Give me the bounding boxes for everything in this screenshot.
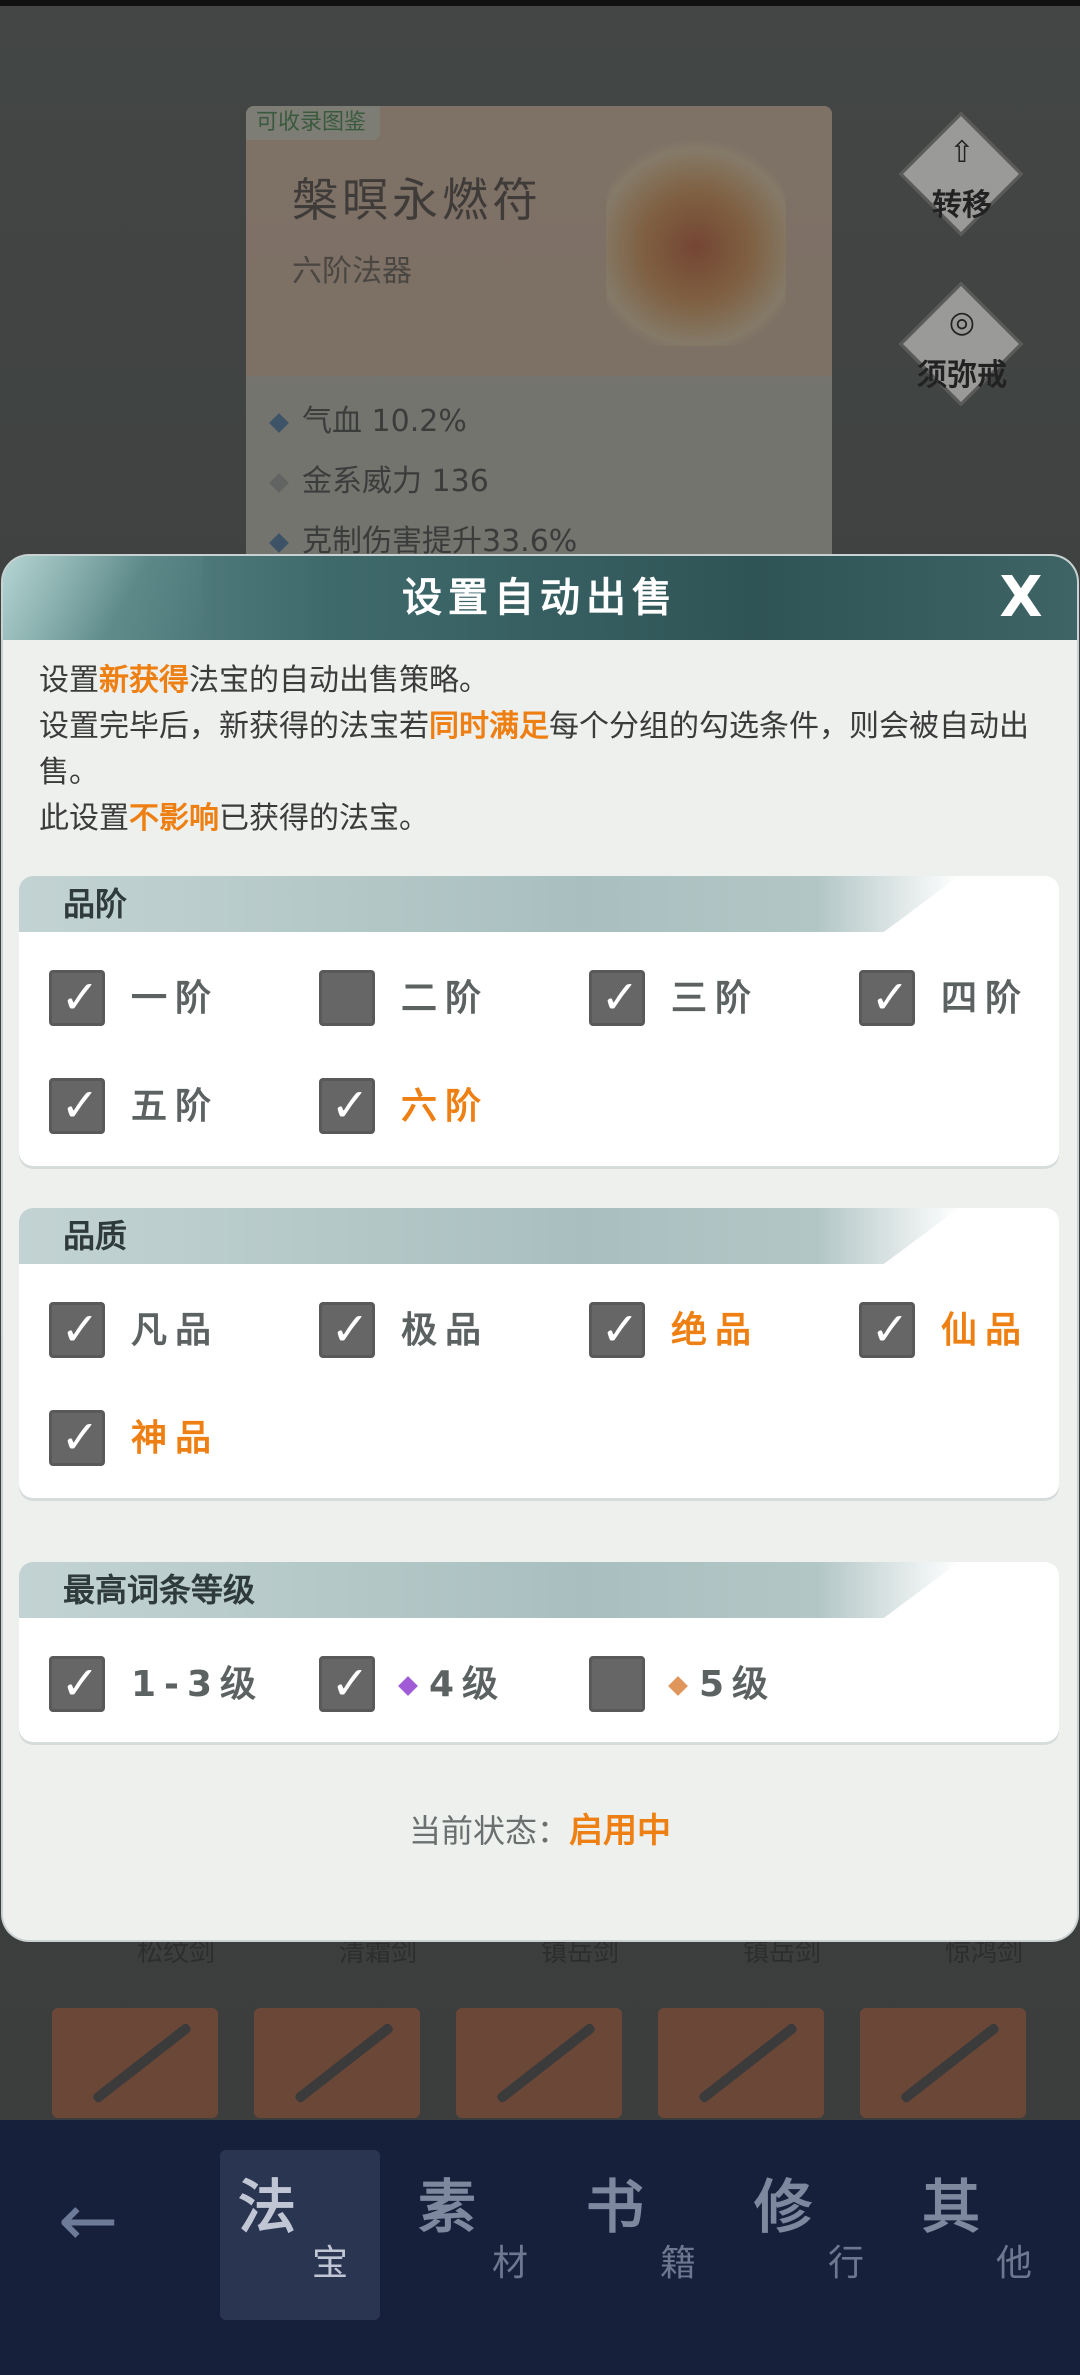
checkmark-icon: ✓ xyxy=(330,1078,370,1132)
affix-level-group: 最高词条等级 ✓ 1-3级 ✓ 4级 ✓ 5级 xyxy=(19,1562,1059,1742)
dialog-title: 设置自动出售 xyxy=(402,575,678,621)
checkmark-icon: ✓ xyxy=(60,1410,100,1464)
tier-group: 品阶 ✓ 一阶 ✓ 二阶 ✓ 三阶 ✓ 四阶 ✓ 五阶 ✓ 六阶 xyxy=(19,876,1059,1166)
weapon-thumbnail[interactable] xyxy=(52,2008,218,2118)
close-icon[interactable]: X xyxy=(993,570,1049,626)
desc-line: 此设置不影响已获得的法宝。 xyxy=(39,801,429,836)
group-header xyxy=(19,876,959,932)
item-stat: 气血 10.2% xyxy=(269,396,467,440)
checkmark-icon: ✓ xyxy=(330,1656,370,1710)
transfer-button[interactable]: ⇧ 转移 xyxy=(898,111,1024,237)
desc-line: 设置完毕后，新获得的法宝若同时满足每个分组的勾选条件，则会被自动出售。 xyxy=(39,709,1029,790)
item-tier: 六阶法器 xyxy=(292,254,412,289)
option-label: 六阶 xyxy=(401,1086,490,1127)
checkbox[interactable]: ✓ xyxy=(319,1078,375,1134)
option-label: 神品 xyxy=(131,1418,220,1459)
talisman-art-icon xyxy=(606,126,786,346)
desc-line: 设置新获得法宝的自动出售策略。 xyxy=(39,663,489,698)
checkbox[interactable]: ✓ xyxy=(859,1302,915,1358)
item-stat: 金系威力 136 xyxy=(269,456,489,500)
option-label: 仙品 xyxy=(941,1310,1030,1351)
checkmark-icon: ✓ xyxy=(870,970,910,1024)
upload-icon: ⇧ xyxy=(949,135,975,170)
collectible-tag: 可收录图鉴 xyxy=(246,106,381,140)
group-title: 品质 xyxy=(63,1217,128,1255)
checkbox[interactable]: ✓ xyxy=(319,1302,375,1358)
checkmark-icon: ✓ xyxy=(60,1078,100,1132)
checkbox[interactable]: ✓ xyxy=(589,1302,645,1358)
status-label: 当前状态： xyxy=(408,1812,569,1850)
status-value[interactable]: 启用中 xyxy=(569,1811,671,1851)
status-bar-top xyxy=(0,0,1080,6)
checkmark-icon: ✓ xyxy=(870,1302,910,1356)
tab-other[interactable]: 其 他 xyxy=(904,2150,1064,2320)
checkmark-icon: ✓ xyxy=(60,1302,100,1356)
ring-icon: ◎ xyxy=(948,305,976,340)
diamond-icon xyxy=(269,412,289,433)
bottom-nav: ← 法 宝 素 材 书 籍 修 行 其 他 xyxy=(0,2120,1080,2375)
weapon-thumbnail[interactable] xyxy=(658,2008,824,2118)
storage-ring-button[interactable]: ◎ 须弥戒 xyxy=(898,281,1024,407)
checkbox[interactable]: ✓ xyxy=(49,970,105,1026)
option-label: 凡品 xyxy=(131,1310,220,1351)
checkmark-icon: ✓ xyxy=(330,1302,370,1356)
checkmark-icon: ✓ xyxy=(600,970,640,1024)
tab-treasure[interactable]: 法 宝 xyxy=(220,2150,380,2320)
item-card-header: 可收录图鉴 槃暝永燃符 六阶法器 xyxy=(246,106,832,376)
item-detail-card: 可收录图鉴 槃暝永燃符 六阶法器 气血 10.2% 金系威力 136 克制伤害提… xyxy=(246,106,832,576)
option-label: 极品 xyxy=(401,1310,490,1351)
back-arrow-icon[interactable]: ← xyxy=(58,2180,148,2260)
option-label: 三阶 xyxy=(671,978,760,1019)
group-title: 最高词条等级 xyxy=(63,1571,256,1609)
diamond-icon xyxy=(269,532,289,553)
option-label: 一阶 xyxy=(131,978,220,1019)
tab-cultivation[interactable]: 修 行 xyxy=(736,2150,896,2320)
dialog-header: 设置自动出售 X xyxy=(3,556,1077,640)
option-label: 5级 xyxy=(668,1656,776,1714)
checkmark-icon: ✓ xyxy=(600,1302,640,1356)
checkbox[interactable]: ✓ xyxy=(319,970,375,1026)
option-label: 五阶 xyxy=(131,1086,220,1127)
item-name: 槃暝永燃符 xyxy=(292,173,542,227)
weapon-thumbnail[interactable] xyxy=(254,2008,420,2118)
auto-sell-dialog: 设置自动出售 X 设置新获得法宝的自动出售策略。 设置完毕后，新获得的法宝若同时… xyxy=(3,556,1077,1940)
option-label: 1-3级 xyxy=(131,1664,265,1705)
checkbox[interactable]: ✓ xyxy=(589,1656,645,1712)
group-header xyxy=(19,1208,959,1264)
option-label: 四阶 xyxy=(941,978,1030,1019)
checkbox[interactable]: ✓ xyxy=(319,1656,375,1712)
level-diamond-icon xyxy=(398,1676,418,1696)
checkbox[interactable]: ✓ xyxy=(49,1302,105,1358)
weapon-thumbnail[interactable] xyxy=(456,2008,622,2118)
group-title: 品阶 xyxy=(63,885,128,923)
dialog-description: 设置新获得法宝的自动出售策略。 设置完毕后，新获得的法宝若同时满足每个分组的勾选… xyxy=(39,658,1049,842)
checkbox[interactable]: ✓ xyxy=(589,970,645,1026)
checkbox[interactable]: ✓ xyxy=(49,1656,105,1712)
tab-books[interactable]: 书 籍 xyxy=(568,2150,728,2320)
level-diamond-icon xyxy=(668,1676,688,1696)
option-label: 4级 xyxy=(398,1656,506,1714)
checkbox[interactable]: ✓ xyxy=(859,970,915,1026)
diamond-icon xyxy=(269,472,289,493)
option-label: 二阶 xyxy=(401,978,490,1019)
checkmark-icon: ✓ xyxy=(60,1656,100,1710)
checkbox[interactable]: ✓ xyxy=(49,1410,105,1466)
quality-group: 品质 ✓ 凡品 ✓ 极品 ✓ 绝品 ✓ 仙品 ✓ 神品 xyxy=(19,1208,1059,1498)
option-label: 绝品 xyxy=(671,1310,760,1351)
status-line: 当前状态：启用中 xyxy=(3,1786,1077,1876)
checkbox[interactable]: ✓ xyxy=(49,1078,105,1134)
tab-materials[interactable]: 素 材 xyxy=(400,2150,560,2320)
weapon-thumbnail[interactable] xyxy=(860,2008,1026,2118)
checkmark-icon: ✓ xyxy=(60,970,100,1024)
item-stat: 克制伤害提升33.6% xyxy=(269,516,577,560)
